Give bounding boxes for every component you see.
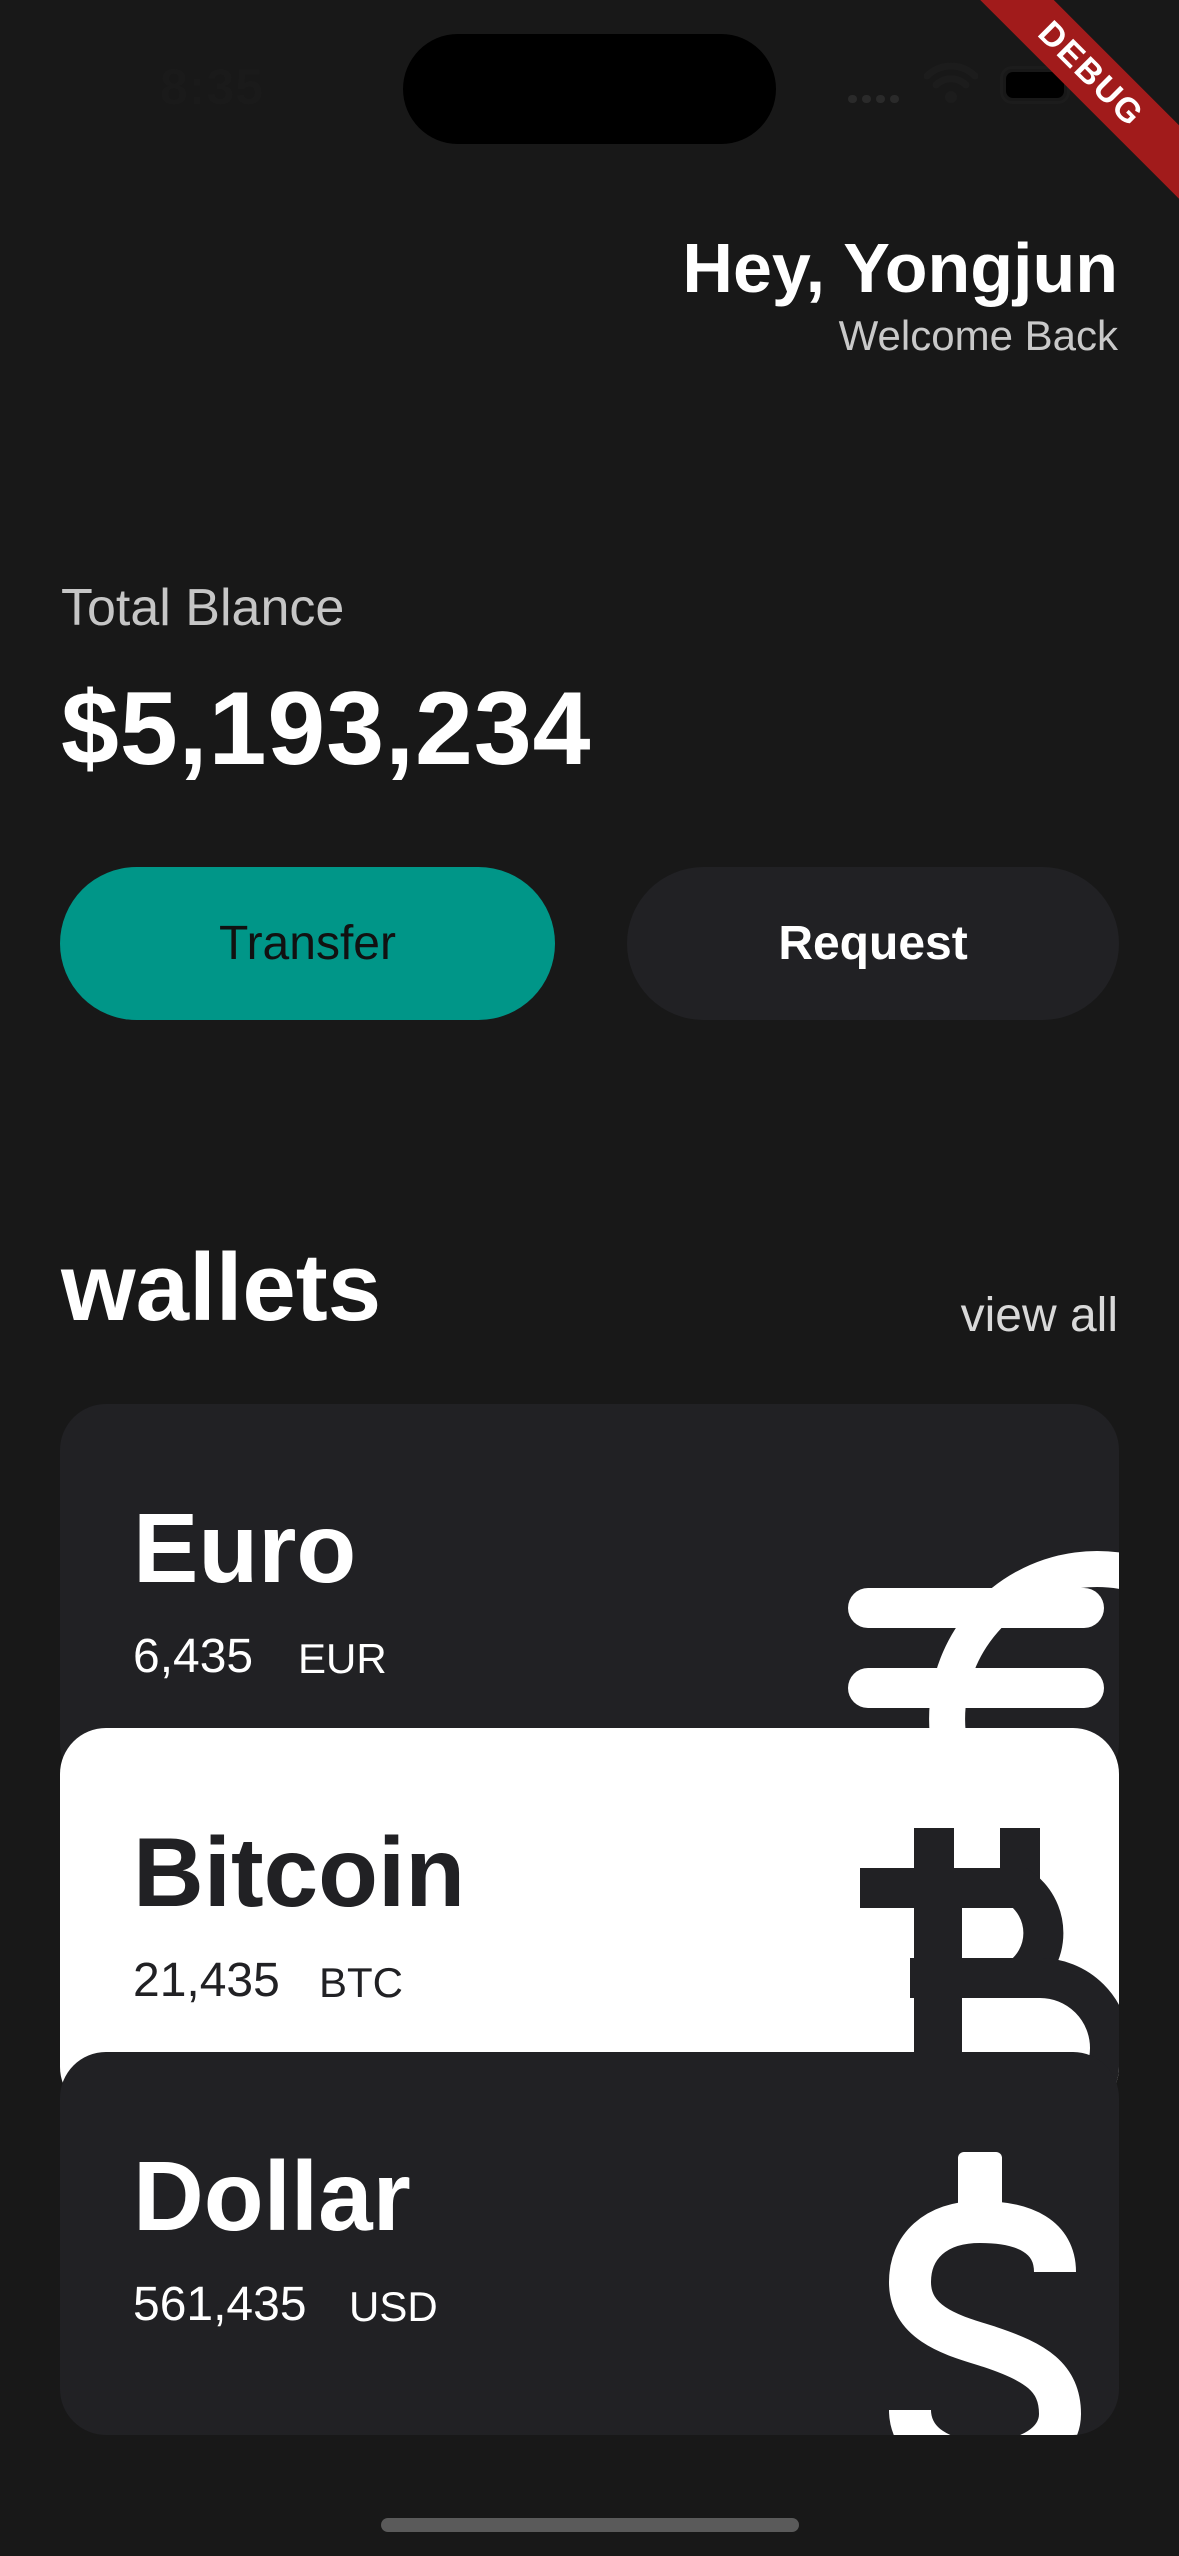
wallet-name: Euro xyxy=(133,1493,357,1603)
wallet-currency-code: EUR xyxy=(298,1635,387,1682)
wallet-amount: 21,435 xyxy=(133,1954,280,2007)
home-indicator[interactable] xyxy=(381,2518,799,2532)
wifi-icon xyxy=(923,60,979,109)
status-time: 8:35 xyxy=(160,59,265,115)
wallet-currency-code: BTC xyxy=(319,1959,403,2006)
wallet-card-dollar[interactable]: Dollar 561,435 USD xyxy=(60,2052,1119,2435)
total-balance-amount: $5,193,234 xyxy=(61,671,592,787)
wallet-amount: 6,435 xyxy=(133,1630,254,1683)
debug-banner: DEBUG xyxy=(938,0,1179,227)
wallet-name: Dollar xyxy=(133,2141,411,2251)
view-all-link[interactable]: view all xyxy=(961,1288,1118,1343)
dynamic-island xyxy=(403,34,776,144)
total-balance-label: Total Blance xyxy=(61,579,345,637)
wallet-amount: 561,435 xyxy=(133,2278,307,2331)
dollar-icon xyxy=(888,2152,1082,2435)
wallet-currency-code: USD xyxy=(349,2283,438,2330)
welcome-subtitle: Welcome Back xyxy=(838,312,1118,359)
greeting-title: Hey, Yongjun xyxy=(682,229,1118,307)
cellular-signal-icon xyxy=(848,90,904,108)
wallet-name: Bitcoin xyxy=(133,1817,466,1927)
request-button[interactable]: Request xyxy=(627,867,1119,1020)
transfer-button[interactable]: Transfer xyxy=(60,867,555,1020)
wallets-heading: wallets xyxy=(61,1234,382,1341)
